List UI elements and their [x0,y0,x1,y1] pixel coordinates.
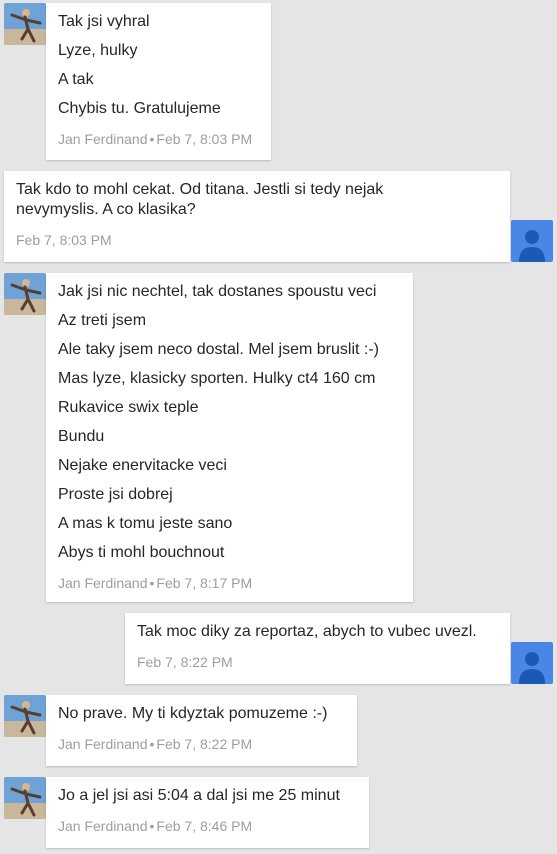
avatar [4,695,46,737]
timestamp: Feb 7, 8:03 PM [16,232,112,248]
author-name: Jan Ferdinand [58,575,148,591]
avatar [4,777,46,819]
person-icon [519,652,545,684]
message-line: Lyze, hulky [58,42,138,59]
timestamp: Feb 7, 8:22 PM [156,736,253,752]
message-line: Tak kdo to mohl cekat. Od titana. Jestli… [16,181,384,218]
message-line: Tak jsi vyhral [58,13,150,30]
message-bubble: Jak jsi nic nechtel, tak dostanes spoust… [46,273,413,602]
timestamp: Feb 7, 8:17 PM [156,575,253,591]
message-bubble: No prave. My ti kdyztak pomuzeme :-) Jan… [46,695,357,766]
avatar [511,642,553,684]
message-bubble: Jo a jel jsi asi 5:04 a dal jsi me 25 mi… [46,777,369,848]
timestamp: Feb 7, 8:22 PM [137,654,233,670]
author-name: Jan Ferdinand [58,131,148,147]
message-bubble: Tak jsi vyhral Lyze, hulky A tak Chybis … [46,3,271,160]
message-line: Bundu [58,428,105,445]
author-name: Jan Ferdinand [58,818,148,834]
message-line: Chybis tu. Gratulujeme [58,100,221,117]
message-bubble: Tak kdo to mohl cekat. Od titana. Jestli… [4,171,510,262]
message-line: A tak [58,71,94,88]
message-meta: Jan Ferdinand • Feb 7, 8:17 PM [58,574,401,592]
message-line: Proste jsi dobrej [58,486,173,503]
timestamp: Feb 7, 8:03 PM [156,131,253,147]
message-line: Az treti jsem [58,312,147,329]
avatar [4,3,46,45]
message-line: Tak moc diky za reportaz, abych to vubec… [137,623,477,640]
avatar [4,273,46,315]
message-meta: Jan Ferdinand • Feb 7, 8:22 PM [58,735,345,753]
message-line: Abys ti mohl bouchnout [58,544,225,561]
message-line: No prave. My ti kdyztak pomuzeme :-) [58,705,328,722]
person-icon [519,230,545,262]
timestamp: Feb 7, 8:46 PM [156,818,253,834]
message-meta: Jan Ferdinand • Feb 7, 8:46 PM [58,817,357,835]
message-line: A mas k tomu jeste sano [58,515,233,532]
message-line: Jo a jel jsi asi 5:04 a dal jsi me 25 mi… [58,787,340,804]
message-meta: Feb 7, 8:03 PM [16,231,498,249]
message-meta: Feb 7, 8:22 PM [137,653,498,671]
message-meta: Jan Ferdinand • Feb 7, 8:03 PM [58,130,259,148]
author-name: Jan Ferdinand [58,736,148,752]
message-line: Jak jsi nic nechtel, tak dostanes spoust… [58,283,377,300]
message-bubble: Tak moc diky za reportaz, abych to vubec… [125,613,510,684]
message-line: Mas lyze, klasicky sporten. Hulky ct4 16… [58,370,376,387]
message-line: Ale taky jsem neco dostal. Mel jsem brus… [58,341,379,358]
avatar [511,220,553,262]
message-line: Nejake enervitacke veci [58,457,227,474]
message-line: Rukavice swix teple [58,399,199,416]
